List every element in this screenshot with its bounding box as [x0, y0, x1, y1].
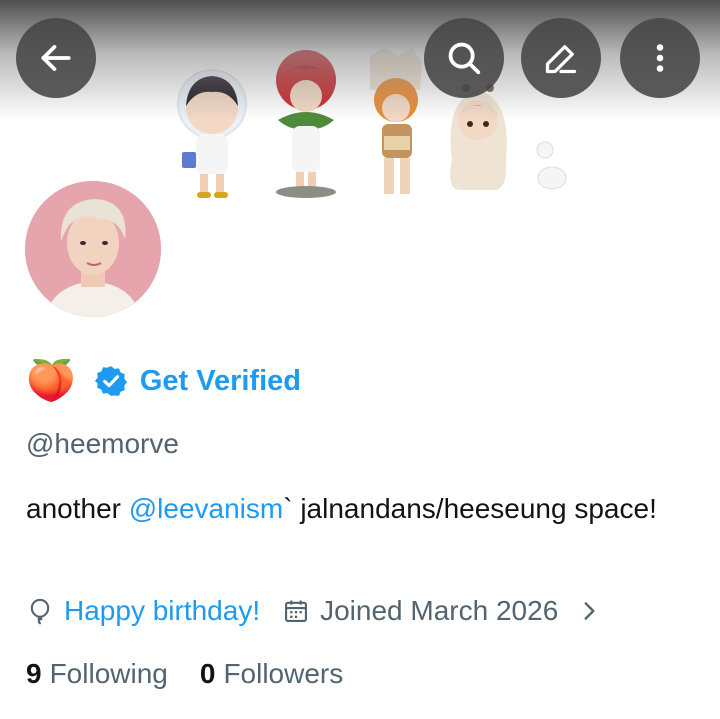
search-button[interactable] — [424, 18, 504, 98]
back-button[interactable] — [16, 18, 96, 98]
followers-label: Followers — [223, 658, 344, 689]
avatar[interactable] — [22, 178, 164, 320]
banner-gradient — [0, 0, 720, 120]
profile-stats: 9 Following 0 Followers — [26, 653, 343, 695]
edit-button[interactable] — [521, 18, 601, 98]
joined-date: Joined March 2026 — [320, 595, 559, 626]
chevron-right-icon[interactable] — [576, 598, 602, 624]
more-button[interactable] — [620, 18, 700, 98]
balloon-icon — [30, 598, 50, 625]
profile-name-row: 🍑 Get Verified — [26, 356, 301, 406]
birthday-link[interactable]: Happy birthday! — [64, 595, 260, 627]
pencil-icon — [545, 45, 577, 74]
following-label: Following — [49, 658, 168, 689]
get-verified-button[interactable]: Get Verified — [94, 364, 301, 398]
following-count: 9 — [26, 658, 42, 689]
bio-prefix: another — [26, 493, 129, 524]
following-link[interactable]: 9 Following — [26, 658, 168, 690]
bio-suffix: ` jalnandans/heeseung space! — [283, 493, 657, 524]
followers-count: 0 — [199, 658, 216, 689]
display-name-emoji: 🍑 — [26, 359, 76, 403]
profile-handle: @heemorve — [26, 428, 179, 459]
followers-link[interactable]: 0 Followers — [200, 658, 343, 690]
avatar-photo — [25, 181, 161, 317]
search-icon — [448, 42, 481, 75]
profile-bio: another @leevanism` jalnandans/heeseung … — [26, 488, 686, 529]
bio-mention-link[interactable]: @leevanism — [129, 493, 283, 524]
arrow-left-icon — [41, 45, 71, 71]
get-verified-label: Get Verified — [139, 364, 301, 397]
verified-badge-icon — [94, 366, 127, 396]
more-vertical-icon — [656, 44, 664, 72]
calendar-icon — [285, 600, 308, 622]
profile-meta-row: Happy birthday! Joined March 2026 — [26, 590, 602, 632]
